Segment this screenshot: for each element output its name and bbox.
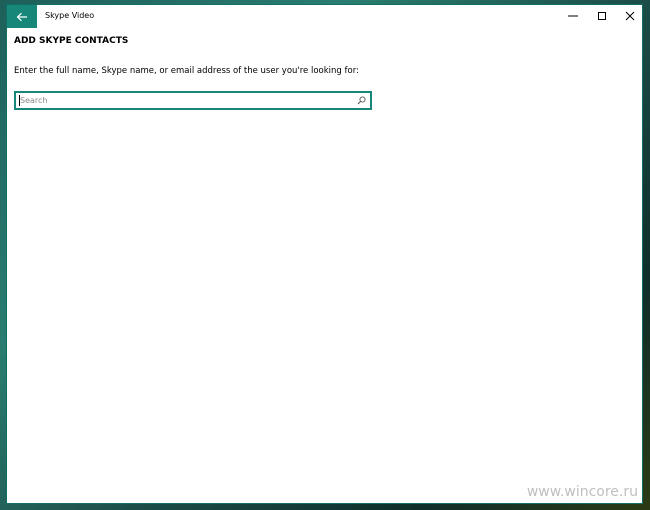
page-title: ADD SKYPE CONTACTS [14, 36, 129, 46]
search-icon[interactable] [355, 94, 367, 107]
minimize-button[interactable] [558, 5, 588, 27]
title-bar: Skype Video [7, 5, 642, 29]
maximize-button[interactable] [587, 5, 617, 27]
close-button[interactable] [615, 5, 645, 27]
minimize-icon [568, 15, 578, 17]
instructions-text: Enter the full name, Skype name, or emai… [14, 66, 359, 76]
back-button[interactable] [7, 5, 37, 28]
site-watermark: www.wincore.ru [526, 484, 638, 500]
search-input[interactable] [20, 93, 350, 108]
arrow-left-icon [16, 12, 27, 21]
app-window: Skype Video ADD SKYPE CONTACTS Enter the… [6, 4, 643, 504]
app-title: Skype Video [45, 11, 95, 20]
maximize-icon [598, 12, 606, 20]
search-box[interactable] [14, 91, 372, 110]
close-icon [625, 11, 635, 21]
